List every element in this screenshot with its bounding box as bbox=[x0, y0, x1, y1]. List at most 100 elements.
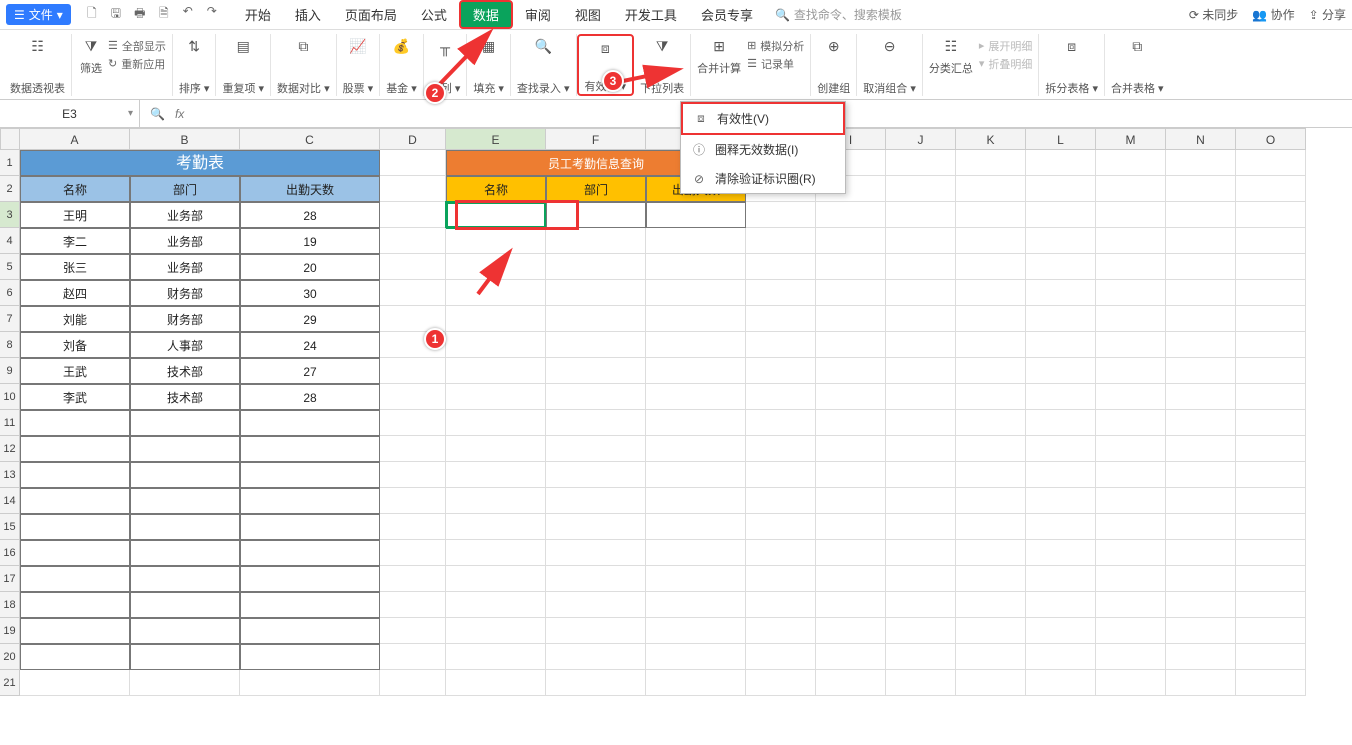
cell[interactable] bbox=[816, 670, 886, 696]
cell[interactable] bbox=[1166, 384, 1236, 410]
table-cell[interactable]: 刘备 bbox=[20, 332, 130, 358]
cell[interactable] bbox=[446, 618, 546, 644]
cell[interactable] bbox=[1026, 644, 1096, 670]
cell[interactable] bbox=[1236, 150, 1306, 176]
cell[interactable] bbox=[1096, 306, 1166, 332]
cell[interactable] bbox=[380, 436, 446, 462]
group-ungroup-button[interactable]: ⊖取消组合 ▾ bbox=[857, 34, 923, 96]
cell[interactable] bbox=[446, 488, 546, 514]
cell[interactable] bbox=[886, 150, 956, 176]
cell[interactable] bbox=[1236, 202, 1306, 228]
empty-cell[interactable] bbox=[240, 566, 380, 592]
empty-cell[interactable] bbox=[130, 488, 240, 514]
cell[interactable] bbox=[956, 618, 1026, 644]
rowhead-1[interactable]: 1 bbox=[0, 150, 20, 176]
cell[interactable] bbox=[746, 254, 816, 280]
cell[interactable] bbox=[886, 488, 956, 514]
stock-button[interactable]: 📈股票 ▾ bbox=[337, 34, 381, 96]
cell[interactable] bbox=[380, 280, 446, 306]
search-box[interactable]: 🔍 查找命令、搜索模板 bbox=[765, 6, 912, 23]
cell[interactable] bbox=[1236, 566, 1306, 592]
sort-button[interactable]: ⇅排序 ▾ bbox=[173, 34, 217, 96]
cell[interactable] bbox=[886, 670, 956, 696]
cell[interactable] bbox=[1026, 540, 1096, 566]
cell[interactable] bbox=[1166, 436, 1236, 462]
cell[interactable] bbox=[816, 254, 886, 280]
rowhead-17[interactable]: 17 bbox=[0, 566, 20, 592]
cell[interactable] bbox=[380, 254, 446, 280]
cell[interactable] bbox=[886, 644, 956, 670]
cell[interactable] bbox=[1236, 462, 1306, 488]
cell[interactable] bbox=[956, 592, 1026, 618]
recordsheet-button[interactable]: ☰ 记录单 bbox=[747, 56, 804, 72]
cell[interactable] bbox=[1096, 514, 1166, 540]
cell[interactable] bbox=[746, 462, 816, 488]
table-cell[interactable]: 业务部 bbox=[130, 254, 240, 280]
empty-cell[interactable] bbox=[20, 488, 130, 514]
qa-save-icon[interactable]: 🖫 bbox=[107, 4, 125, 25]
empty-cell[interactable] bbox=[240, 592, 380, 618]
table-cell[interactable]: 人事部 bbox=[130, 332, 240, 358]
cell[interactable] bbox=[816, 280, 886, 306]
cell[interactable] bbox=[1236, 254, 1306, 280]
cell[interactable] bbox=[1096, 618, 1166, 644]
cell[interactable] bbox=[746, 410, 816, 436]
tab-insert[interactable]: 插入 bbox=[283, 0, 333, 29]
show-all-button[interactable]: ☰ 全部显示 bbox=[108, 38, 166, 54]
cell[interactable] bbox=[380, 488, 446, 514]
cell[interactable] bbox=[1026, 436, 1096, 462]
rowhead-18[interactable]: 18 bbox=[0, 592, 20, 618]
cell[interactable] bbox=[1166, 592, 1236, 618]
cell[interactable] bbox=[816, 592, 886, 618]
cell[interactable] bbox=[956, 462, 1026, 488]
cell[interactable] bbox=[886, 306, 956, 332]
cell[interactable] bbox=[956, 358, 1026, 384]
colhead-J[interactable]: J bbox=[886, 128, 956, 150]
cell[interactable] bbox=[886, 228, 956, 254]
cell[interactable] bbox=[546, 618, 646, 644]
lookup-cell[interactable] bbox=[546, 202, 646, 228]
cell[interactable] bbox=[816, 540, 886, 566]
cell[interactable] bbox=[746, 384, 816, 410]
cell[interactable] bbox=[646, 410, 746, 436]
cell[interactable] bbox=[1236, 436, 1306, 462]
cell[interactable] bbox=[886, 254, 956, 280]
empty-cell[interactable] bbox=[20, 566, 130, 592]
empty-cell[interactable] bbox=[130, 540, 240, 566]
cell[interactable] bbox=[546, 566, 646, 592]
cell[interactable] bbox=[1166, 280, 1236, 306]
colhead-M[interactable]: M bbox=[1096, 128, 1166, 150]
tab-review[interactable]: 审阅 bbox=[513, 0, 563, 29]
cell[interactable] bbox=[446, 306, 546, 332]
cell[interactable] bbox=[1236, 306, 1306, 332]
cell[interactable] bbox=[646, 566, 746, 592]
cell[interactable] bbox=[746, 228, 816, 254]
empty-cell[interactable] bbox=[240, 618, 380, 644]
cell[interactable] bbox=[646, 644, 746, 670]
cell[interactable] bbox=[380, 228, 446, 254]
cell[interactable] bbox=[746, 306, 816, 332]
cell[interactable] bbox=[816, 332, 886, 358]
cell[interactable] bbox=[1096, 670, 1166, 696]
cell[interactable] bbox=[1236, 540, 1306, 566]
rowhead-8[interactable]: 8 bbox=[0, 332, 20, 358]
colhead-D[interactable]: D bbox=[380, 128, 446, 150]
rowhead-2[interactable]: 2 bbox=[0, 176, 20, 202]
cell[interactable] bbox=[546, 462, 646, 488]
rowhead-13[interactable]: 13 bbox=[0, 462, 20, 488]
cell[interactable] bbox=[1096, 410, 1166, 436]
mergetable-button[interactable]: ⧉合并表格 ▾ bbox=[1105, 34, 1170, 96]
cell[interactable] bbox=[1236, 332, 1306, 358]
cell[interactable] bbox=[746, 514, 816, 540]
cell[interactable] bbox=[956, 254, 1026, 280]
tab-home[interactable]: 开始 bbox=[233, 0, 283, 29]
consolidate-label[interactable]: 合并计算 bbox=[697, 60, 741, 76]
cell[interactable] bbox=[886, 436, 956, 462]
cell[interactable] bbox=[646, 592, 746, 618]
cell[interactable] bbox=[646, 462, 746, 488]
colhead-F[interactable]: F bbox=[546, 128, 646, 150]
cell[interactable] bbox=[446, 670, 546, 696]
cell[interactable] bbox=[646, 670, 746, 696]
cell[interactable] bbox=[956, 306, 1026, 332]
table-cell[interactable]: 业务部 bbox=[130, 202, 240, 228]
